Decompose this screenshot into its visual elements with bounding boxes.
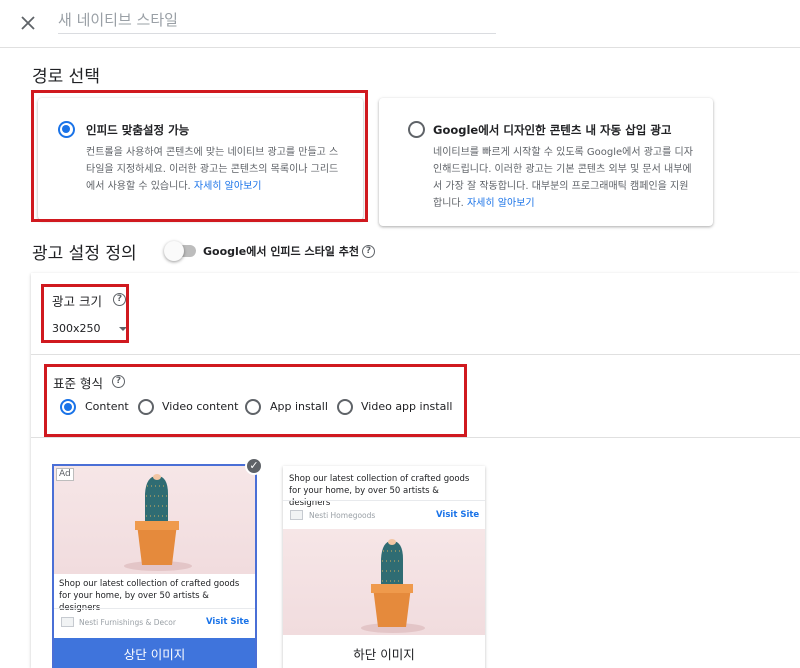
- preview-top-image[interactable]: Ad Shop our latest collection of crafted…: [52, 464, 257, 668]
- preview-brand: Nesti Furnishings & Decor: [79, 618, 176, 627]
- visit-site-button[interactable]: Visit Site: [436, 510, 479, 520]
- brand-logo-icon: [290, 510, 303, 520]
- toggle-knob[interactable]: [164, 241, 184, 261]
- divider: [283, 500, 485, 501]
- learn-more-link[interactable]: 자세히 알아보기: [467, 198, 535, 209]
- help-icon[interactable]: ?: [362, 245, 375, 258]
- preview-headline: Shop our latest collection of crafted go…: [289, 474, 470, 508]
- dialog-header: [0, 0, 800, 48]
- preview-bottom-image[interactable]: Shop our latest collection of crafted go…: [283, 466, 485, 668]
- preview-brand: Nesti Homegoods: [309, 511, 376, 520]
- settings-heading: 광고 설정 정의: [32, 244, 137, 264]
- cactus-image: [361, 539, 425, 633]
- highlight-frame: [41, 284, 129, 343]
- brand-logo-icon: [61, 617, 74, 627]
- route-option-description: 네이티브를 빠르게 시작할 수 있도록 Google에서 광고를 디자인해드립니…: [433, 147, 693, 209]
- ad-badge: Ad: [56, 468, 74, 481]
- radio-google-designed[interactable]: [408, 121, 425, 138]
- preview-image: [54, 466, 255, 574]
- route-heading: 경로 선택: [32, 67, 100, 87]
- selected-check-icon: ✓: [245, 457, 263, 475]
- style-name-input[interactable]: [58, 6, 496, 34]
- preview-label: 하단 이미지: [353, 647, 415, 662]
- close-icon: [21, 16, 35, 30]
- preview-image: [283, 529, 485, 635]
- visit-site-button[interactable]: Visit Site: [206, 617, 249, 627]
- preview-label: 상단 이미지: [54, 638, 255, 668]
- toggle-label: Google에서 인피드 스타일 추천: [203, 245, 359, 258]
- close-button[interactable]: [14, 9, 42, 37]
- highlight-frame: [31, 90, 368, 222]
- divider: [31, 437, 800, 438]
- route-option-google-designed[interactable]: Google에서 디자인한 콘텐츠 내 자동 삽입 광고 네이티브를 빠르게 시…: [379, 98, 713, 226]
- divider: [54, 608, 255, 609]
- cactus-image: [124, 474, 192, 571]
- divider: [31, 354, 800, 355]
- route-option-title: Google에서 디자인한 콘텐츠 내 자동 삽입 광고: [433, 123, 672, 137]
- highlight-frame: [44, 364, 467, 437]
